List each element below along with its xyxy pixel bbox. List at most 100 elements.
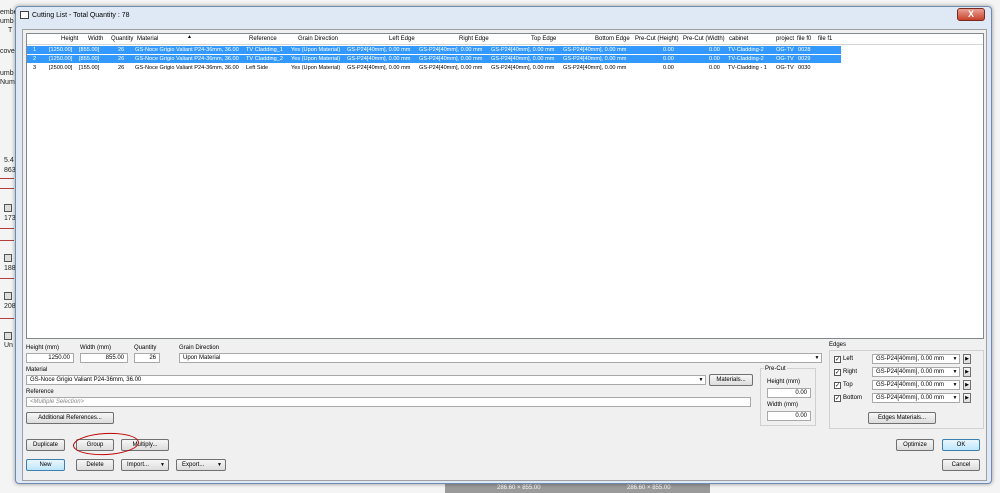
close-button[interactable]: X bbox=[957, 8, 985, 21]
col-header-file-f0[interactable]: file f0 bbox=[797, 36, 811, 42]
bg-checkbox bbox=[4, 332, 12, 340]
table-row[interactable]: 1 [1250.00] [855.00] 26 GS-Noce Grigio V… bbox=[27, 46, 841, 54]
col-header-cabinet[interactable]: cabinet bbox=[729, 36, 748, 42]
materials-button[interactable]: Materials... bbox=[709, 374, 753, 386]
duplicate-button[interactable]: Duplicate bbox=[26, 439, 65, 451]
cell-file-f0: 0030 bbox=[798, 65, 811, 71]
col-header-quantity[interactable]: Quantity bbox=[111, 36, 133, 42]
edge-left-label: Left bbox=[843, 356, 854, 362]
material-label: Material bbox=[26, 367, 48, 373]
additional-references-button[interactable]: Additional References... bbox=[26, 412, 114, 424]
edge-right-arrow-button[interactable]: ▶ bbox=[963, 367, 971, 377]
cutting-list-grid[interactable]: Height Width Quantity Material ▲ Referen… bbox=[26, 33, 984, 339]
edge-left-checkbox[interactable]: ✓ bbox=[834, 356, 841, 363]
material-select[interactable]: GS-Noce Grigio Valiant P24-36mm, 36.00 ▼ bbox=[26, 375, 706, 385]
edge-top-arrow-button[interactable]: ▶ bbox=[963, 380, 971, 390]
cell-height: [1250.00] bbox=[49, 56, 73, 62]
ok-button[interactable]: OK bbox=[942, 439, 980, 451]
col-header-precut-width[interactable]: Pre-Cut (Width) bbox=[683, 36, 725, 42]
height-field[interactable]: 1250.00 bbox=[26, 353, 74, 363]
col-header-material[interactable]: Material bbox=[137, 36, 158, 42]
precut-width-field[interactable]: 0.00 bbox=[767, 411, 811, 421]
edge-top-checkbox[interactable]: ✓ bbox=[834, 382, 841, 389]
cell-reference: TV Cladding_2 bbox=[246, 56, 284, 62]
import-button[interactable]: Import... ▼ bbox=[121, 459, 169, 471]
cell-precut-height: 0.00 bbox=[663, 47, 674, 53]
edge-left-arrow-button[interactable]: ▶ bbox=[963, 354, 971, 364]
title-bar[interactable]: Cutting List - Total Quantity : 78 X bbox=[16, 7, 991, 24]
cancel-button[interactable]: Cancel bbox=[942, 459, 980, 471]
chevron-down-icon: ▼ bbox=[951, 381, 959, 389]
bg-checkbox bbox=[4, 254, 12, 262]
export-button[interactable]: Export... ▼ bbox=[176, 459, 226, 471]
bg-dimension-1: 286.60 × 855.00 bbox=[497, 485, 541, 491]
quantity-field[interactable]: 26 bbox=[134, 353, 160, 363]
cell-right-edge: GS-P24[40mm], 0.00 mm bbox=[419, 56, 483, 62]
col-header-left-edge[interactable]: Left Edge bbox=[389, 36, 415, 42]
bg-checkbox bbox=[4, 292, 12, 300]
grain-direction-value: Upon Material bbox=[183, 355, 221, 361]
grain-direction-select[interactable]: Upon Material ▼ bbox=[179, 353, 822, 363]
cell-cabinet: TV-Cladding-2 bbox=[728, 56, 764, 62]
dialog-client-area: Height Width Quantity Material ▲ Referen… bbox=[22, 29, 987, 481]
cell-reference: TV Cladding_1 bbox=[246, 47, 284, 53]
bg-checkbox bbox=[4, 204, 12, 212]
cell-left-edge: GS-P24[40mm], 0.00 mm bbox=[347, 56, 411, 62]
cell-right-edge: GS-P24[40mm], 0.00 mm bbox=[419, 47, 483, 53]
col-header-precut-height[interactable]: Pre-Cut (Height) bbox=[635, 36, 679, 42]
edge-right-checkbox[interactable]: ✓ bbox=[834, 369, 841, 376]
material-value: GS-Noce Grigio Valiant P24-36mm, 36.00 bbox=[30, 377, 142, 383]
col-header-reference[interactable]: Reference bbox=[249, 36, 277, 42]
bg-text: umb bbox=[0, 18, 14, 25]
cell-material: GS-Noce Grigio Valiant P24-36mm, 36.00 bbox=[135, 56, 239, 62]
cell-grain: Yes (Upon Material) bbox=[291, 65, 341, 71]
edge-right-select[interactable]: GS-P24[40mm], 0.00 mm ▼ bbox=[872, 367, 960, 377]
col-header-project[interactable]: project bbox=[776, 36, 794, 42]
chevron-down-icon: ▼ bbox=[697, 376, 705, 384]
col-header-file-f1[interactable]: file f1 bbox=[818, 36, 832, 42]
chevron-down-icon: ▼ bbox=[951, 355, 959, 363]
edges-label: Edges bbox=[829, 342, 847, 348]
cell-file-f0: 0029 bbox=[798, 56, 811, 62]
col-header-grain-direction[interactable]: Grain Direction bbox=[298, 36, 338, 42]
edge-bottom-select[interactable]: GS-P24[40mm], 0.00 mm ▼ bbox=[872, 393, 960, 403]
window-icon bbox=[20, 11, 29, 19]
optimize-button[interactable]: Optimize bbox=[896, 439, 934, 451]
cell-right-edge: GS-P24[40mm], 0.00 mm bbox=[419, 65, 483, 71]
reference-label: Reference bbox=[26, 389, 54, 395]
chevron-down-icon: ▼ bbox=[951, 394, 959, 402]
precut-height-label: Height (mm) bbox=[767, 379, 801, 385]
window-title: Cutting List - Total Quantity : 78 bbox=[32, 12, 130, 19]
edge-bottom-checkbox[interactable]: ✓ bbox=[834, 395, 841, 402]
height-label: Height (mm) bbox=[26, 345, 60, 351]
cell-top-edge: GS-P24[40mm], 0.00 mm bbox=[491, 47, 555, 53]
cell-precut-width: 0.00 bbox=[709, 47, 720, 53]
row-number: 2 bbox=[33, 56, 37, 62]
export-label: Export... bbox=[182, 462, 205, 468]
reference-field[interactable]: <Multiple Selection> bbox=[26, 397, 751, 407]
edges-materials-button[interactable]: Edges Materials... bbox=[868, 412, 936, 424]
table-row[interactable]: 3 [2500.00] [155.00] 26 GS-Noce Grigio V… bbox=[27, 64, 841, 72]
edge-bottom-arrow-button[interactable]: ▶ bbox=[963, 393, 971, 403]
edge-left-select[interactable]: GS-P24[40mm], 0.00 mm ▼ bbox=[872, 354, 960, 364]
table-row[interactable]: 2 [1250.00] [855.00] 26 GS-Noce Grigio V… bbox=[27, 55, 841, 63]
cell-material: GS-Noce Grigio Valiant P24-36mm, 36.00 bbox=[135, 65, 239, 71]
edge-bottom-value: GS-P24[40mm], 0.00 mm bbox=[876, 395, 945, 401]
row-number: 3 bbox=[33, 65, 37, 71]
col-header-top-edge[interactable]: Top Edge bbox=[531, 36, 556, 42]
col-header-bottom-edge[interactable]: Bottom Edge bbox=[595, 36, 630, 42]
col-header-height[interactable]: Height bbox=[61, 36, 78, 42]
col-header-width[interactable]: Width bbox=[88, 36, 103, 42]
bg-text: T bbox=[8, 27, 13, 34]
delete-button[interactable]: Delete bbox=[76, 459, 114, 471]
width-field[interactable]: 855.00 bbox=[80, 353, 128, 363]
new-button[interactable]: New bbox=[26, 459, 65, 471]
cell-precut-width: 0.00 bbox=[709, 56, 720, 62]
precut-height-field[interactable]: 0.00 bbox=[767, 388, 811, 398]
bg-text: umb bbox=[0, 70, 14, 77]
cell-width: [855.00] bbox=[79, 56, 100, 62]
col-header-right-edge[interactable]: Right Edge bbox=[459, 36, 489, 42]
edge-top-select[interactable]: GS-P24[40mm], 0.00 mm ▼ bbox=[872, 380, 960, 390]
cell-grain: Yes (Upon Material) bbox=[291, 47, 341, 53]
cell-cabinet: TV-Cladding - 1 bbox=[728, 65, 767, 71]
